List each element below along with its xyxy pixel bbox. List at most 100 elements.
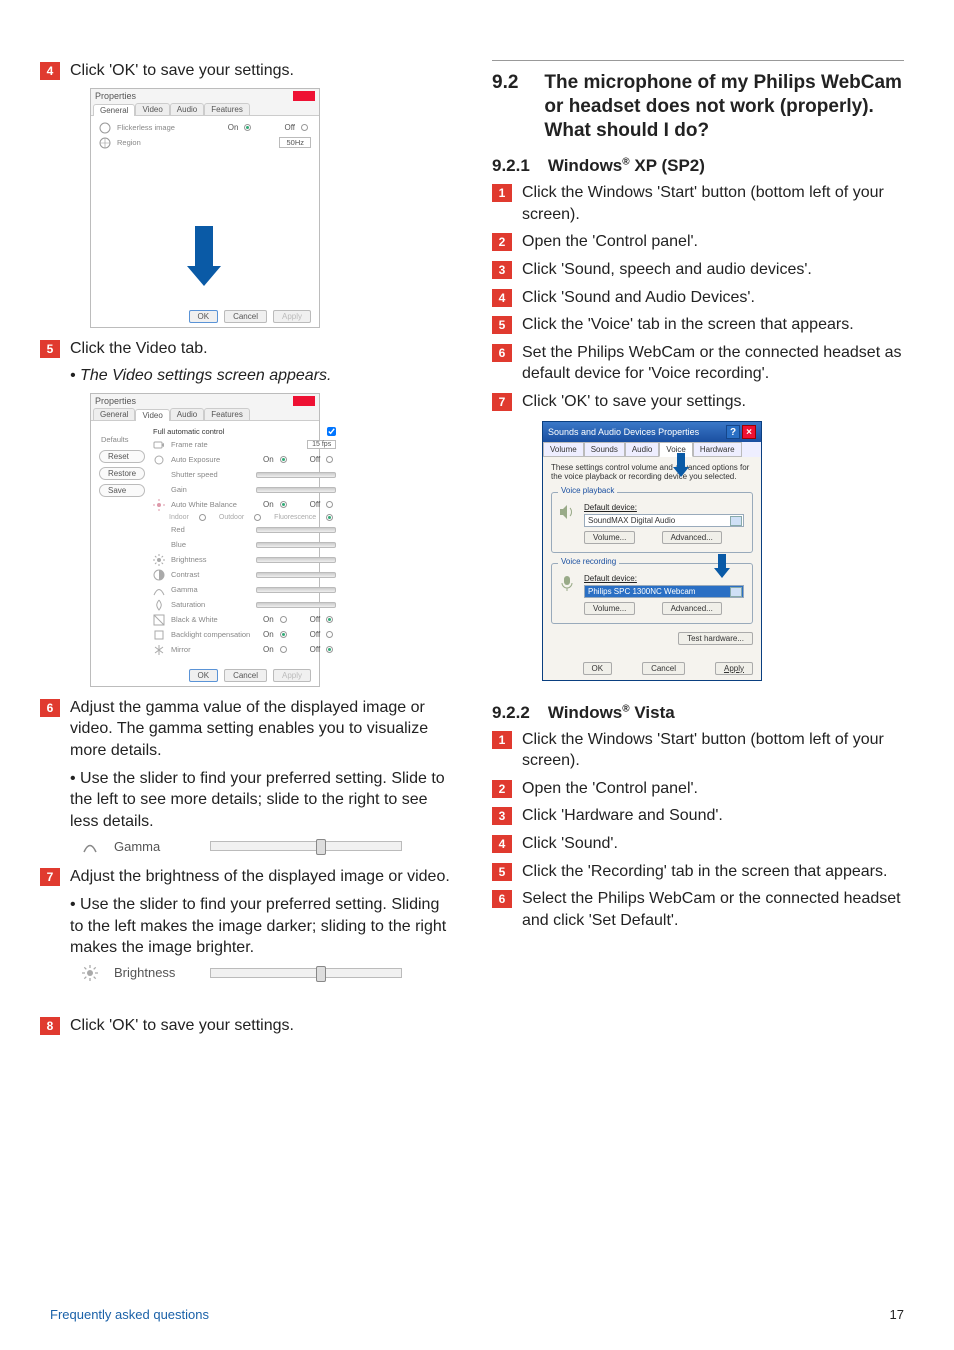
restore-button[interactable]: Restore — [99, 467, 145, 480]
volume-button[interactable]: Volume... — [584, 602, 635, 615]
on-radio[interactable] — [244, 124, 251, 131]
fac-label: Full automatic control — [153, 427, 321, 436]
step-text: Select the Philips WebCam or the connect… — [522, 888, 904, 931]
fac-checkbox[interactable] — [327, 427, 336, 436]
microphone-icon — [558, 574, 576, 592]
recording-select[interactable]: Philips SPC 1300NC Webcam — [584, 585, 744, 598]
step-text: Click 'OK' to save your settings. — [70, 1015, 294, 1037]
voice-recording-group: Voice recording Default device: Philips … — [551, 563, 753, 624]
fps-select[interactable]: 15 fps — [307, 440, 336, 449]
step-badge: 8 — [40, 1017, 60, 1035]
step-badge: 7 — [40, 868, 60, 886]
tab-video[interactable]: Video — [135, 409, 169, 421]
section-heading: 9.2 The microphone of my Philips WebCam … — [492, 71, 904, 142]
help-icon[interactable]: ? — [726, 425, 740, 439]
cancel-button[interactable]: Cancel — [224, 669, 267, 682]
gain-slider[interactable] — [256, 487, 337, 493]
gamma-sample: Gamma — [82, 838, 402, 854]
apply-button[interactable]: Apply — [715, 662, 753, 675]
awb-on[interactable] — [280, 501, 287, 508]
advanced-button[interactable]: Advanced... — [662, 602, 722, 615]
save-button[interactable]: Save — [99, 484, 145, 497]
globe-icon — [99, 137, 111, 149]
advanced-button[interactable]: Advanced... — [662, 531, 722, 544]
voice-tabs: Volume Sounds Audio Voice Hardware — [543, 442, 761, 457]
sidebar-buttons: Defaults Reset Restore Save — [99, 427, 145, 659]
step-badge: 3 — [492, 261, 512, 279]
close-icon[interactable] — [293, 396, 315, 406]
step-subtext: • The Video settings screen appears. — [70, 365, 452, 387]
step-text: Click 'Sound'. — [522, 833, 618, 855]
tab-audio[interactable]: Audio — [170, 103, 204, 115]
brightness-slider[interactable] — [210, 968, 402, 978]
volume-button[interactable]: Volume... — [584, 531, 635, 544]
ok-button[interactable]: OK — [189, 669, 219, 682]
ok-button[interactable]: OK — [189, 310, 219, 323]
close-icon[interactable]: × — [742, 425, 756, 439]
playback-select[interactable]: SoundMAX Digital Audio — [584, 514, 744, 527]
autoexp-off[interactable] — [326, 456, 333, 463]
cancel-button[interactable]: Cancel — [224, 310, 267, 323]
tab-hardware[interactable]: Hardware — [693, 442, 742, 457]
step-text: Click the Windows 'Start' button (bottom… — [522, 729, 904, 772]
awb-label: Auto White Balance — [171, 500, 257, 509]
reset-button[interactable]: Reset — [99, 450, 145, 463]
chevron-down-icon — [730, 587, 742, 597]
tab-sounds[interactable]: Sounds — [584, 442, 625, 457]
framerate-label: Frame rate — [171, 440, 301, 449]
off-label: Off — [284, 123, 295, 132]
step-badge: 6 — [40, 699, 60, 717]
gamma-slider[interactable] — [210, 841, 402, 851]
test-hardware-button[interactable]: Test hardware... — [678, 632, 753, 645]
exposure-icon — [153, 454, 165, 466]
step-badge: 6 — [492, 344, 512, 362]
step-badge: 3 — [492, 807, 512, 825]
step-text: Click the 'Voice' tab in the screen that… — [522, 314, 854, 336]
dialog-title: Properties — [95, 91, 136, 101]
step-badge: 1 — [492, 731, 512, 749]
flickerless-label: Flickerless image — [117, 123, 222, 132]
gamma-icon — [153, 584, 165, 596]
shutter-slider[interactable] — [256, 472, 337, 478]
step-text: Click the Windows 'Start' button (bottom… — [522, 182, 904, 225]
backlight-icon — [153, 629, 165, 641]
step-badge: 4 — [40, 62, 60, 80]
apply-button[interactable]: Apply — [273, 310, 311, 323]
off-radio[interactable] — [301, 124, 308, 131]
step-badge: 5 — [492, 316, 512, 334]
step-badge: 2 — [492, 233, 512, 251]
step-text: Click 'OK' to save your settings. — [70, 60, 294, 82]
right-column: 9.2 The microphone of my Philips WebCam … — [492, 60, 904, 1042]
step-text: Open the 'Control panel'. — [522, 231, 698, 253]
autoexp-on[interactable] — [280, 456, 287, 463]
camera-icon — [153, 439, 165, 451]
brightness-icon — [153, 554, 165, 566]
region-select[interactable]: 50Hz — [279, 137, 311, 148]
step-text: Adjust the brightness of the displayed i… — [70, 866, 450, 888]
tab-features[interactable]: Features — [204, 408, 250, 420]
awb-off[interactable] — [326, 501, 333, 508]
tab-video[interactable]: Video — [135, 103, 169, 115]
ok-button[interactable]: OK — [583, 662, 613, 675]
arrow-down-icon — [187, 226, 221, 286]
gamma-icon — [82, 838, 98, 854]
tab-audio[interactable]: Audio — [625, 442, 659, 457]
properties-dialog-general: Properties General Video Audio Features … — [90, 88, 320, 328]
tab-features[interactable]: Features — [204, 103, 250, 115]
step-text: Click 'Sound, speech and audio devices'. — [522, 259, 812, 281]
tab-audio[interactable]: Audio — [170, 408, 204, 420]
voice-playback-group: Voice playback Default device: SoundMAX … — [551, 492, 753, 553]
step-badge: 5 — [40, 340, 60, 358]
tab-general[interactable]: General — [93, 104, 135, 116]
tab-volume[interactable]: Volume — [543, 442, 584, 457]
tab-general[interactable]: General — [93, 408, 135, 420]
step-text: Click the 'Recording' tab in the screen … — [522, 861, 887, 883]
step-text: Click 'Hardware and Sound'. — [522, 805, 723, 827]
wb-icon — [153, 499, 165, 511]
tab-row: General Video Audio Features — [91, 103, 319, 116]
step-bullet: Use the slider to find your preferred se… — [70, 768, 452, 833]
page-footer: Frequently asked questions 17 — [50, 1307, 904, 1322]
close-icon[interactable] — [293, 91, 315, 101]
cancel-button[interactable]: Cancel — [642, 662, 685, 675]
apply-button[interactable]: Apply — [273, 669, 311, 682]
